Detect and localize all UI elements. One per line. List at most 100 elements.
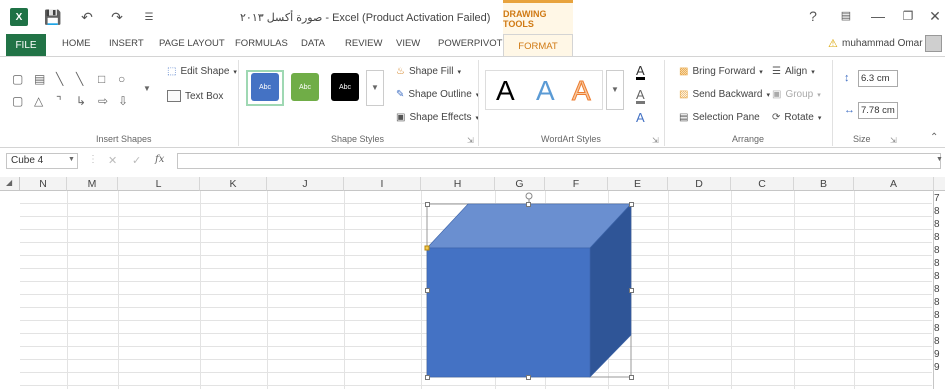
row-number[interactable]: 8 (934, 219, 945, 230)
down-arrow-shape-icon[interactable]: ⇩ (118, 94, 128, 108)
shape-style-swatch-blue[interactable]: Abc (251, 73, 279, 101)
resize-handle[interactable] (425, 288, 430, 293)
column-header-b[interactable]: B (794, 177, 854, 191)
column-header-l[interactable]: L (118, 177, 200, 191)
tab-home[interactable]: HOME (62, 38, 91, 49)
rotation-handle-icon[interactable] (525, 192, 533, 200)
tab-review[interactable]: REVIEW (345, 38, 382, 49)
tab-file[interactable]: FILE (6, 34, 46, 56)
confirm-entry-icon[interactable]: ✓ (132, 154, 141, 167)
bring-forward-button[interactable]: ▩ Bring Forward ▾ (679, 66, 763, 77)
save-icon[interactable]: 💾 (44, 8, 62, 26)
send-backward-button[interactable]: ▨ Send Backward ▾ (679, 89, 770, 100)
row-number[interactable]: 8 (934, 232, 945, 243)
row-number[interactable]: 8 (934, 284, 945, 295)
group-button[interactable]: ▣ Group ▾ (772, 89, 821, 100)
column-header-d[interactable]: D (668, 177, 731, 191)
cancel-entry-icon[interactable]: ✕ (108, 154, 117, 167)
column-header-k[interactable]: K (200, 177, 267, 191)
oval-shape-icon[interactable]: ○ (118, 72, 125, 86)
wordart-style-blue[interactable]: A (536, 75, 555, 107)
ribbon-display-options-icon[interactable]: ▤ (836, 6, 856, 26)
wordart-style-black[interactable]: A (496, 75, 515, 107)
rounded-rect-shape-icon[interactable]: ▢ (12, 94, 23, 108)
row-number[interactable]: 9 (934, 362, 945, 373)
wordart-more-icon[interactable]: ▼ (606, 70, 624, 110)
restore-button[interactable]: ❐ (898, 6, 918, 26)
selection-pane-button[interactable]: ▤ Selection Pane (679, 112, 760, 123)
row-number[interactable]: 8 (934, 245, 945, 256)
tab-powerpivot[interactable]: POWERPIVOT (438, 38, 502, 49)
shape-outline-button[interactable]: ✎Shape Outline▾ (396, 89, 479, 100)
minimize-button[interactable]: — (868, 6, 888, 26)
shapes-more-icon[interactable]: ▼ (143, 84, 151, 93)
formula-input[interactable] (177, 153, 941, 169)
resize-handle[interactable] (629, 288, 634, 293)
shape-style-swatch-black[interactable]: Abc (331, 73, 359, 101)
resize-handle[interactable] (425, 202, 430, 207)
row-number[interactable]: 8 (934, 258, 945, 269)
cube-shape-icon[interactable]: ▢ (12, 72, 23, 86)
wordart-dialog-launcher-icon[interactable]: ⇲ (652, 136, 659, 145)
resize-handle[interactable] (526, 375, 531, 380)
row-number[interactable]: 8 (934, 297, 945, 308)
tab-format[interactable]: FORMAT (503, 34, 573, 57)
row-number[interactable]: 8 (934, 310, 945, 321)
adjust-handle[interactable] (424, 245, 430, 251)
insert-function-icon[interactable]: fx (155, 154, 164, 165)
row-number[interactable]: 7 (934, 193, 945, 204)
cube-shape[interactable] (420, 190, 640, 389)
align-button[interactable]: ☰ Align ▾ (772, 66, 815, 77)
column-header-a[interactable]: A (854, 177, 934, 191)
column-header-n[interactable]: N (20, 177, 67, 191)
arrow-line-shape-icon[interactable]: ╲ (76, 72, 83, 86)
resize-handle[interactable] (629, 202, 634, 207)
row-number[interactable]: 9 (934, 349, 945, 360)
name-box-dropdown-icon[interactable]: ▼ (68, 156, 75, 163)
elbow-arrow-shape-icon[interactable]: ↳ (76, 94, 86, 108)
user-name[interactable]: muhammad Omar (842, 38, 923, 49)
column-header-m[interactable]: M (67, 177, 118, 191)
help-button[interactable]: ? (803, 6, 823, 26)
text-effects-icon[interactable]: A (636, 110, 645, 125)
triangle-shape-icon[interactable]: △ (34, 94, 43, 108)
right-arrow-shape-icon[interactable]: ⇨ (98, 94, 108, 108)
redo-icon[interactable]: ↷ (108, 8, 126, 26)
tab-data[interactable]: DATA (301, 38, 325, 49)
text-outline-icon[interactable]: A (636, 88, 645, 104)
tab-insert[interactable]: INSERT (109, 38, 144, 49)
tab-formulas[interactable]: FORMULAS (235, 38, 288, 49)
shape-height-input[interactable]: 6.3 cm (858, 70, 898, 87)
expand-formula-bar-icon[interactable]: ▼ (936, 156, 943, 163)
rotate-button[interactable]: ⟳ Rotate ▾ (772, 112, 821, 123)
shape-effects-button[interactable]: ▣Shape Effects▾ (396, 112, 479, 123)
wordart-style-orange[interactable]: A (572, 75, 592, 107)
resize-handle[interactable] (526, 202, 531, 207)
shape-fill-button[interactable]: ♨ Shape Fill ▾ (396, 66, 461, 77)
rectangle-shape-icon[interactable]: □ (98, 72, 105, 86)
textbox-shape-icon[interactable]: ▤ (34, 72, 45, 86)
connector-shape-icon[interactable]: ⌝ (56, 94, 62, 108)
row-number[interactable]: 8 (934, 206, 945, 217)
row-number[interactable]: 8 (934, 336, 945, 347)
size-dialog-launcher-icon[interactable]: ⇲ (890, 136, 897, 145)
edit-shape-button[interactable]: ⬚ Edit Shape ▾ (167, 66, 237, 77)
shape-styles-more-icon[interactable]: ▼ (366, 70, 384, 106)
line-shape-icon[interactable]: ╲ (56, 72, 63, 86)
column-header-f[interactable]: F (545, 177, 608, 191)
column-header-j[interactable]: J (267, 177, 344, 191)
column-header-h[interactable]: H (421, 177, 495, 191)
text-box-button[interactable]: Text Box (167, 90, 223, 102)
customize-qat-icon[interactable]: ☰ (140, 8, 158, 26)
resize-handle[interactable] (629, 375, 634, 380)
text-fill-icon[interactable]: A (636, 64, 645, 80)
column-header-e[interactable]: E (608, 177, 668, 191)
tab-page-layout[interactable]: PAGE LAYOUT (159, 38, 225, 49)
shape-width-input[interactable]: 7.78 cm (858, 102, 898, 119)
row-number[interactable]: 8 (934, 323, 945, 334)
tab-view[interactable]: VIEW (396, 38, 420, 49)
resize-handle[interactable] (425, 375, 430, 380)
row-number[interactable]: 8 (934, 271, 945, 282)
column-header-c[interactable]: C (731, 177, 794, 191)
shape-styles-dialog-launcher-icon[interactable]: ⇲ (467, 136, 474, 145)
